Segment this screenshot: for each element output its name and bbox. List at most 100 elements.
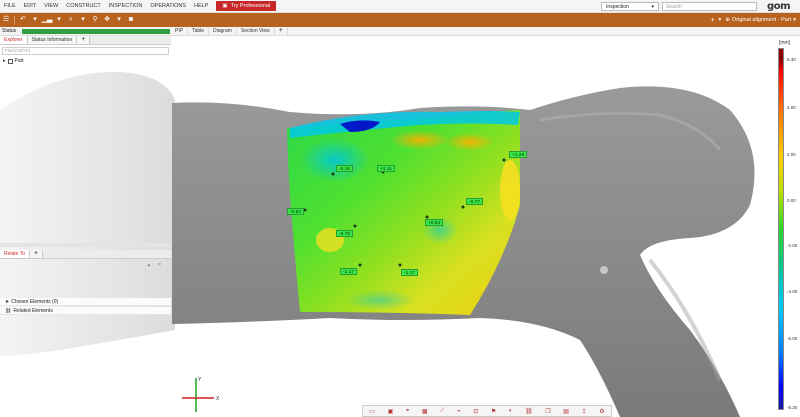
list-item-label: Chosen Elements (0)	[11, 298, 59, 305]
search-input[interactable]: Search	[662, 2, 758, 11]
tree-item-label: Part	[14, 58, 24, 64]
legend-tick: -8.30	[787, 405, 798, 410]
status-label: Status	[2, 28, 17, 34]
chart-icon[interactable]: ▁▃	[41, 13, 53, 27]
alignment-icon: ⊕	[725, 17, 730, 23]
explorer-tabs: Explorer Status Information +	[0, 36, 171, 45]
legend-tick: 2.00	[787, 152, 796, 157]
menu-inspection[interactable]: INSPECTION	[105, 3, 147, 9]
menu-help[interactable]: HELP	[190, 3, 212, 9]
legend-tick: -6.00	[787, 336, 798, 341]
deviation-label[interactable]: -1.17	[340, 268, 357, 275]
part-checkbox[interactable]	[7, 58, 13, 64]
deviation-label[interactable]: -0.79	[336, 230, 353, 237]
link-icon: ⛓	[5, 307, 12, 314]
menu-file[interactable]: FILE	[0, 3, 20, 9]
legend-tick: 0.00	[787, 198, 796, 203]
relate-tabs: Relate To +	[0, 250, 171, 259]
section-icon[interactable]: ◒	[457, 408, 461, 414]
tab-pip[interactable]: PIP	[171, 27, 189, 35]
plus-icon[interactable]: +	[710, 17, 714, 24]
status-progress-bar	[22, 28, 171, 34]
tab-diagram[interactable]: Diagram	[209, 27, 237, 35]
coordinate-axes-icon: X Y	[182, 377, 220, 412]
tab-explorer[interactable]: Explorer	[0, 36, 28, 44]
zoom-icon[interactable]: ⌕	[65, 13, 77, 27]
copy-icon[interactable]: ❐	[545, 408, 550, 415]
left-panel: Status Explorer Status Information + Fin…	[0, 27, 171, 417]
add-tab-icon[interactable]: +	[275, 27, 288, 35]
camera-icon[interactable]: ◙	[125, 13, 137, 27]
menu-bar: FILE EDIT VIEW CONSTRUCT INSPECTION OPER…	[0, 0, 800, 13]
link-icon[interactable]: ⛓	[525, 408, 533, 415]
axis-x-label: X	[216, 396, 220, 402]
chevron-down-icon[interactable]: ▾	[77, 13, 89, 27]
tab-table[interactable]: Table	[188, 27, 210, 35]
try-professional-button[interactable]: ▣ Try Professional	[216, 1, 277, 11]
alignment-label[interactable]: Original alignment - Part	[732, 17, 791, 23]
list-item-label: Related Elements	[13, 307, 53, 314]
legend-unit: [mm]	[779, 40, 791, 46]
pro-icon: ▣	[222, 3, 228, 9]
add-tab-icon[interactable]: +	[77, 36, 91, 44]
deviation-label[interactable]: -1.17	[401, 269, 418, 276]
hamburger-icon[interactable]: ☰	[0, 13, 12, 27]
measure-icon[interactable]: ⟋	[440, 408, 444, 415]
deviation-icon[interactable]: ◐	[509, 408, 513, 414]
chevron-down-icon: ▾	[651, 3, 655, 10]
view-tabs: PIP Table Diagram Section View +	[171, 27, 800, 36]
flag-icon[interactable]: ⚑	[491, 408, 496, 415]
chevron-down-icon[interactable]: ▾	[113, 13, 125, 27]
workspace-select[interactable]: Inspection ▾	[601, 2, 660, 11]
find-input[interactable]: Find (Ctrl+F)	[2, 47, 169, 55]
settings-icon[interactable]: ⚙	[599, 408, 604, 415]
status-row: Status	[0, 27, 171, 36]
tab-relate-to[interactable]: Relate To	[0, 250, 31, 258]
chevron-down-icon[interactable]: ▾	[53, 13, 65, 27]
add-tab-icon[interactable]: +	[30, 250, 44, 258]
label-icon[interactable]: ⊡	[473, 408, 478, 415]
deviation-label[interactable]: -0.93	[287, 208, 304, 215]
menu-edit[interactable]: EDIT	[20, 3, 41, 9]
expand-icon[interactable]: ▸	[3, 58, 6, 64]
export-icon[interactable]: ⇪	[582, 408, 587, 415]
menu-view[interactable]: VIEW	[40, 3, 62, 9]
menubar-right: Inspection ▾ Search gom	[601, 0, 800, 13]
menu-operations[interactable]: OPERATIONS	[146, 3, 190, 9]
deviation-label[interactable]: +1.29	[509, 151, 528, 158]
chevron-down-icon[interactable]: ▾	[29, 13, 41, 27]
close-icon[interactable]: ×	[158, 262, 161, 270]
axis-y-label: Y	[198, 377, 202, 383]
toolbar-right: + ▾ ⊕ Original alignment - Part ▾	[710, 13, 796, 27]
relate-header: ▴ ×	[0, 262, 171, 270]
view-front-icon[interactable]: ▣	[388, 408, 394, 415]
tab-status-information[interactable]: Status Information	[27, 36, 78, 44]
navigate-icon[interactable]: ✥	[101, 13, 113, 27]
tab-section-view[interactable]: Section View	[237, 27, 275, 35]
menu-construct[interactable]: CONSTRUCT	[62, 3, 105, 9]
pin-icon[interactable]: ▴	[148, 262, 151, 270]
app-logo: gom	[767, 1, 790, 12]
chevron-down-icon[interactable]: ▾	[719, 17, 722, 23]
deviation-label[interactable]: -0.16	[336, 165, 353, 172]
main-toolbar: ☰ ↶ ▾ ▁▃ ▾ ⌕ ▾ ⚲ ✥ ▾ ◙ + ▾ ⊕ Original al…	[0, 13, 800, 27]
list-item-chosen-elements[interactable]: ➤ Chosen Elements (0)	[0, 298, 171, 306]
panel-splitter[interactable]	[0, 243, 171, 247]
fit-view-icon[interactable]: ▭	[369, 408, 375, 415]
try-pro-label: Try Professional	[230, 3, 271, 9]
tree-item-part[interactable]: ▸ Part	[0, 57, 171, 65]
report-icon[interactable]: ▤	[563, 408, 569, 415]
color-legend-bar[interactable]	[778, 48, 784, 410]
legend-tick: -4.00	[787, 289, 798, 294]
select-icon[interactable]: ⌖	[406, 408, 409, 415]
chevron-down-icon[interactable]: ▾	[793, 17, 796, 23]
list-item-related-elements[interactable]: ⛓ Related Elements	[0, 307, 171, 315]
legend-tick: 4.00	[787, 105, 796, 110]
magnify-icon[interactable]: ⚲	[89, 13, 101, 27]
deviation-label[interactable]: +1.11	[377, 165, 395, 172]
deviation-label[interactable]: -0.77	[466, 198, 483, 205]
deviation-label[interactable]: +0.62	[425, 219, 444, 226]
app-window: FILE EDIT VIEW CONSTRUCT INSPECTION OPER…	[0, 0, 800, 417]
grid-icon[interactable]: ▦	[422, 408, 428, 415]
undo-icon[interactable]: ↶	[17, 13, 29, 27]
